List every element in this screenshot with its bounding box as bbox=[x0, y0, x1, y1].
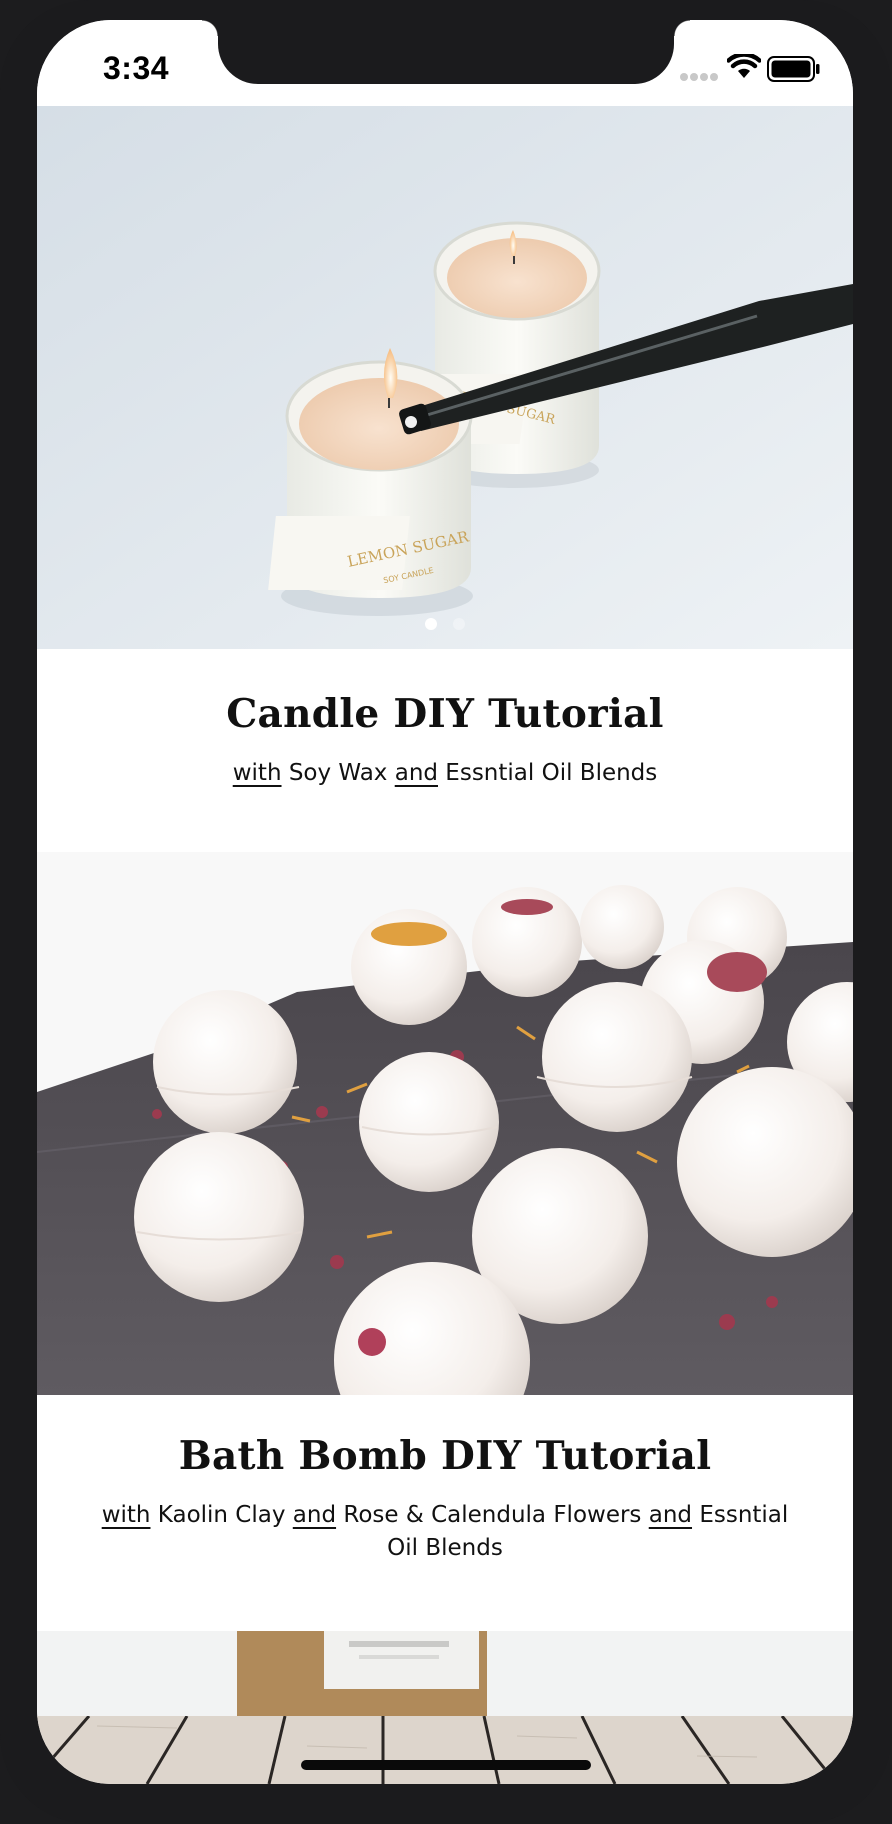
device-notch bbox=[202, 20, 690, 84]
candle-tutorial-image[interactable]: LEMON SUGAR LEMON SUGAR SOY CANDLE bbox=[37, 106, 853, 649]
wooden-floor-icon bbox=[37, 1716, 853, 1784]
candle-tutorial-title: Candle DIY Tutorial bbox=[226, 691, 664, 737]
status-time: 3:34 bbox=[103, 50, 170, 86]
carousel-dot-1[interactable] bbox=[425, 618, 437, 630]
candle-tutorial-subtitle: with Soy Wax and Essntial Oil Blends bbox=[232, 760, 658, 786]
phone-frame: 3:34 LEMON SUGAR SOY CANDLE Candle DIY T… bbox=[0, 0, 892, 1824]
bath-bomb-tutorial-title: Bath Bomb DIY Tutorial bbox=[178, 1433, 712, 1479]
candle-tutorial-card[interactable]: Candle DIY Tutorial with Soy Wax and Ess… bbox=[37, 649, 853, 852]
bath-bomb-tutorial-subtitle: with Kaolin Clay and Rose & Calendula Fl… bbox=[101, 1502, 789, 1561]
bath-bomb-tutorial-card[interactable]: Bath Bomb DIY Tutorial with Kaolin Clay … bbox=[37, 1395, 853, 1631]
cellular-signal-icon bbox=[680, 73, 718, 81]
candle-photo-icon: LEMON SUGAR LEMON SUGAR SOY CANDLE bbox=[37, 106, 853, 649]
bath-bomb-tutorial-image[interactable] bbox=[37, 852, 853, 1395]
bath-bomb-photo-icon bbox=[37, 852, 853, 1395]
wifi-icon bbox=[727, 54, 761, 78]
third-tutorial-image[interactable] bbox=[37, 1631, 853, 1717]
carousel-dot-2[interactable] bbox=[453, 618, 465, 630]
battery-icon bbox=[767, 56, 820, 82]
app-screen: 3:34 LEMON SUGAR SOY CANDLE Candle DIY T… bbox=[37, 20, 853, 1784]
home-indicator[interactable] bbox=[301, 1760, 591, 1770]
carousel-page-indicator[interactable] bbox=[37, 618, 853, 630]
tutorial-list[interactable]: LEMON SUGAR LEMON SUGAR SOY CANDLE bbox=[37, 106, 853, 1717]
product-box-photo-icon bbox=[37, 1631, 853, 1717]
